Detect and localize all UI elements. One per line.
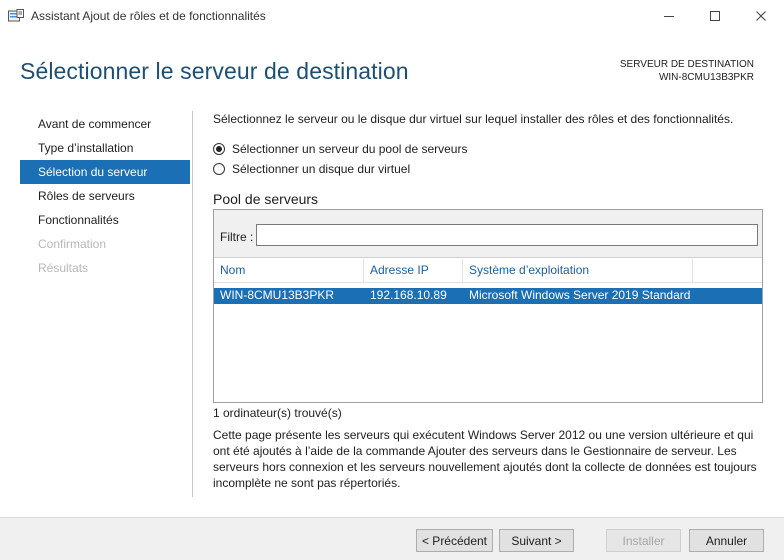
destination-label: SERVEUR DE DESTINATION [619,59,754,70]
nav-item-fonctionnalites[interactable]: Fonctionnalités [20,208,190,232]
previous-button[interactable]: < Précédent [416,529,493,552]
filter-label: Filtre : [220,230,254,244]
cancel-button[interactable]: Annuler [689,529,764,552]
radio-option-pool[interactable]: Sélectionner un serveur du pool de serve… [213,142,467,156]
cell-name: WIN-8CMU13B3PKR [220,288,335,302]
nav-item-selection-serveur[interactable]: Sélection du serveur [20,160,190,184]
window-title: Assistant Ajout de rôles et de fonctionn… [31,9,266,23]
column-header-adresse-ip[interactable]: Adresse IP [364,259,463,283]
radio-vhd[interactable] [213,163,225,175]
destination-server-info: SERVEUR DE DESTINATION WIN-8CMU13B3PKR [620,58,754,84]
cell-ip: 192.168.10.89 [370,288,447,302]
column-header-nom[interactable]: Nom [214,259,364,283]
minimize-icon[interactable] [646,0,692,32]
nav-item-type-installation[interactable]: Type d’installation [20,136,190,160]
nav-item-resultats: Résultats [38,261,89,275]
radio-pool-selected[interactable] [213,143,225,155]
page-title: Sélectionner le serveur de destination [20,58,409,84]
description-text: Cette page présente les serveurs qui exé… [213,428,757,490]
radio-pool-label: Sélectionner un serveur du pool de serve… [232,142,468,156]
intro-text: Sélectionnez le serveur ou le disque dur… [213,112,734,126]
nav-item-avant-de-commencer[interactable]: Avant de commencer [20,112,190,136]
nav-divider [192,111,193,497]
nav-item-roles-serveurs[interactable]: Rôles de serveurs [20,184,190,208]
maximize-icon[interactable] [692,0,738,32]
server-manager-icon [8,9,24,22]
install-button: Installer [606,529,681,552]
close-icon[interactable] [738,0,784,32]
column-headers: Nom Adresse IP Système d’exploitation [214,259,762,283]
destination-value: WIN-8CMU13B3PKR [658,72,754,83]
footer-bar: < Précédent Suivant > Installer Annuler [0,517,784,560]
found-count: 1 ordinateur(s) trouvé(s) [213,406,342,420]
radio-vhd-label: Sélectionner un disque dur virtuel [232,162,411,176]
filter-bar: Filtre : [214,210,762,258]
pool-title: Pool de serveurs [213,191,319,207]
column-header-systeme[interactable]: Système d’exploitation [463,259,693,283]
server-pool-list: Filtre : Nom Adresse IP Système d’exploi… [213,209,763,403]
table-row[interactable]: WIN-8CMU13B3PKR 192.168.10.89 Microsoft … [214,288,762,304]
cell-os: Microsoft Windows Server 2019 Standard [469,288,691,302]
wizard-steps-nav: Avant de commencer Type d’installation S… [20,112,190,280]
next-button[interactable]: Suivant > [499,529,574,552]
title-bar: Assistant Ajout de rôles et de fonctionn… [0,0,784,32]
nav-item-confirmation: Confirmation [38,237,107,251]
radio-option-vhd[interactable]: Sélectionner un disque dur virtuel [213,162,410,176]
filter-input[interactable] [256,224,758,246]
